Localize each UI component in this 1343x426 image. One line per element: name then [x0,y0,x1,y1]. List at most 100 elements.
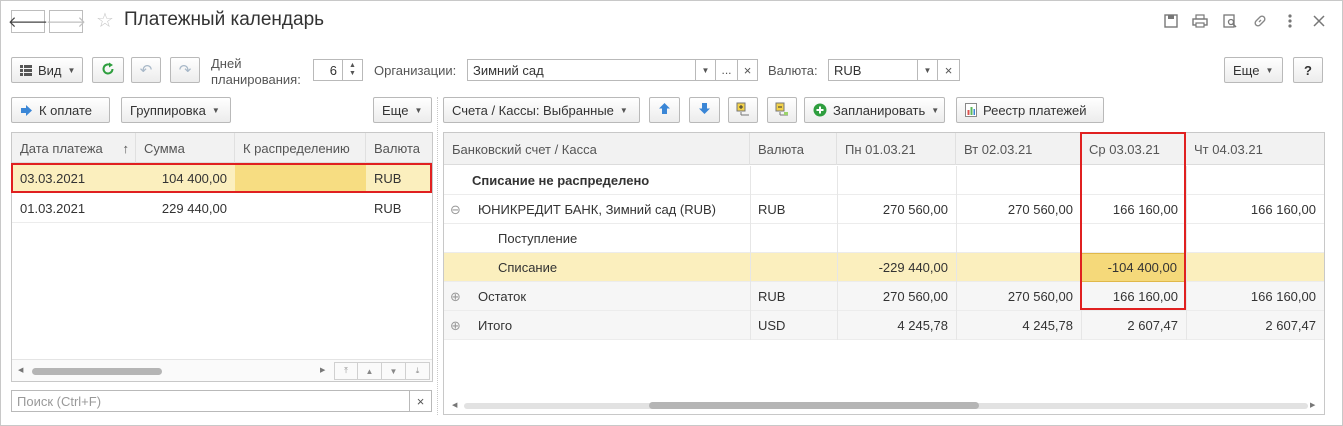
column-header-day-3[interactable]: Ср 03.03.21 [1081,133,1186,165]
expand-all-button[interactable] [728,97,758,123]
collapse-node-icon[interactable]: ⊖ [446,195,464,224]
horizontal-scrollbar-thumb[interactable] [32,368,162,375]
arrow-left-icon: 🡐 [7,14,49,31]
table-row[interactable]: ⊕ Итого USD 4 245,78 4 245,78 2 607,47 2… [444,311,1324,340]
cell-sum: 229 440,00 [161,201,227,216]
forward-button[interactable]: 🡒 [46,10,86,33]
report-icon [965,103,977,117]
table-row[interactable]: Списание не распределено [444,166,1324,195]
schedule-button[interactable]: Запланировать ▼ [804,97,945,123]
days-stepper[interactable]: ▲ ▼ [343,59,363,81]
column-header-day-1[interactable]: Пн 01.03.21 [837,133,956,165]
cell-date: 03.03.2021 [20,171,86,186]
more-button[interactable]: Еще ▼ [1224,57,1283,83]
currency-dropdown-button[interactable]: ▼ [918,59,938,81]
org-select-button[interactable]: ... [716,59,738,81]
star-icon[interactable]: ☆ [96,10,114,32]
first-row-icon[interactable]: ⤒ [334,362,358,380]
table-row[interactable]: 01.03.2021 229 440,00 RUB [12,194,432,223]
print-icon[interactable] [1191,12,1209,30]
currency-clear-button[interactable]: × [938,59,960,81]
table-row[interactable]: ⊕ Остаток RUB 270 560,00 270 560,00 166 … [444,282,1324,311]
column-header-currency[interactable]: Валюта [366,133,432,163]
refresh-button[interactable] [92,57,124,83]
cell-day-4 [1186,224,1324,253]
chevron-down-icon: ▼ [619,105,628,115]
org-clear-button[interactable]: × [738,59,758,81]
stepper-up-icon: ▲ [349,62,356,69]
close-icon[interactable] [1310,12,1328,30]
days-input[interactable]: 6 [313,59,343,81]
arrow-down-icon [698,102,711,118]
chevron-down-icon: ▼ [1265,65,1274,75]
column-divider [1081,166,1082,340]
search-clear-button[interactable]: × [410,390,432,412]
move-up-button[interactable] [649,97,680,123]
column-header-distribute[interactable]: К распределению [235,133,366,163]
cell-day-1: 270 560,00 [882,202,948,217]
cell-day-2: 4 245,78 [1022,318,1073,333]
cell-account: Итого [478,318,513,333]
view-menu-button[interactable]: Вид ▼ [11,57,83,83]
table-row[interactable]: 03.03.2021 104 400,00 RUB [12,164,432,193]
currency-label: Валюта: [768,63,818,78]
days-label-line2: планирования: [211,72,301,87]
days-label-line1: Дней [211,56,242,71]
sort-asc-icon: ↑ [122,140,130,156]
column-header-day-2[interactable]: Вт 02.03.21 [956,133,1081,165]
column-header-account[interactable]: Банковский счет / Касса [444,133,750,165]
scroll-left-icon[interactable]: ◀ [18,366,23,374]
cell-sum: 104 400,00 [161,171,227,186]
cell-account: Остаток [478,289,527,304]
cell-day-3 [1081,166,1186,195]
cell-currency [750,224,837,253]
left-more-button[interactable]: Еще ▼ [373,97,432,123]
move-down-button[interactable] [689,97,720,123]
column-header-currency[interactable]: Валюта [750,133,837,165]
undo-button[interactable]: ↶ [131,57,161,83]
currency-input[interactable]: RUB [828,59,918,81]
list-icon [20,64,32,76]
table-row[interactable]: Поступление [444,224,1324,253]
scroll-right-icon[interactable]: ▶ [1310,401,1315,409]
pay-button[interactable]: К оплате [11,97,110,123]
save-icon[interactable] [1162,12,1180,30]
scroll-left-icon[interactable]: ◀ [452,401,457,409]
expand-node-icon[interactable]: ⊕ [446,311,464,340]
column-header-date[interactable]: Дата платежа ↑ [12,133,136,163]
redo-button[interactable]: ↷ [170,57,200,83]
collapse-all-button[interactable] [767,97,797,123]
cell-day-3-selected[interactable]: -104 400,00 [1081,253,1186,282]
link-icon[interactable] [1251,12,1269,30]
plus-circle-icon [813,103,827,117]
expand-node-icon[interactable]: ⊕ [446,282,464,311]
next-row-icon[interactable]: ▼ [382,362,406,380]
payments-registry-button[interactable]: Реестр платежей [956,97,1104,123]
expand-tree-icon [736,102,750,119]
org-dropdown-button[interactable]: ▼ [696,59,716,81]
back-button[interactable]: 🡐 [7,10,49,33]
last-row-icon[interactable]: ⤓ [406,362,430,380]
cell-day-1: 4 245,78 [897,318,948,333]
org-input[interactable]: Зимний сад [467,59,696,81]
page-title: Платежный календарь [124,9,325,30]
column-divider [956,166,957,340]
table-row[interactable]: ⊖ ЮНИКРЕДИТ БАНК, Зимний сад (RUB) RUB 2… [444,195,1324,224]
panel-splitter[interactable] [437,97,438,415]
horizontal-scrollbar-thumb[interactable] [649,402,979,409]
cell-day-4: 2 607,47 [1265,318,1316,333]
prev-row-icon[interactable]: ▲ [358,362,382,380]
preview-icon[interactable] [1221,12,1239,30]
more-icon[interactable] [1281,12,1299,30]
help-button[interactable]: ? [1293,57,1323,83]
accounts-filter-button[interactable]: Счета / Кассы: Выбранные ▼ [443,97,640,123]
cell-day-2: 270 560,00 [1007,202,1073,217]
cell-currency: RUB [758,289,786,304]
cell-day-3: 2 607,47 [1127,318,1178,333]
scroll-right-icon[interactable]: ▶ [320,366,325,374]
table-row[interactable]: Списание -229 440,00 -104 400,00 [444,253,1324,282]
search-input[interactable]: Поиск (Ctrl+F) [11,390,410,412]
column-header-day-4[interactable]: Чт 04.03.21 [1186,133,1324,165]
grouping-button[interactable]: Группировка ▼ [121,97,231,123]
column-header-sum[interactable]: Сумма [136,133,235,163]
